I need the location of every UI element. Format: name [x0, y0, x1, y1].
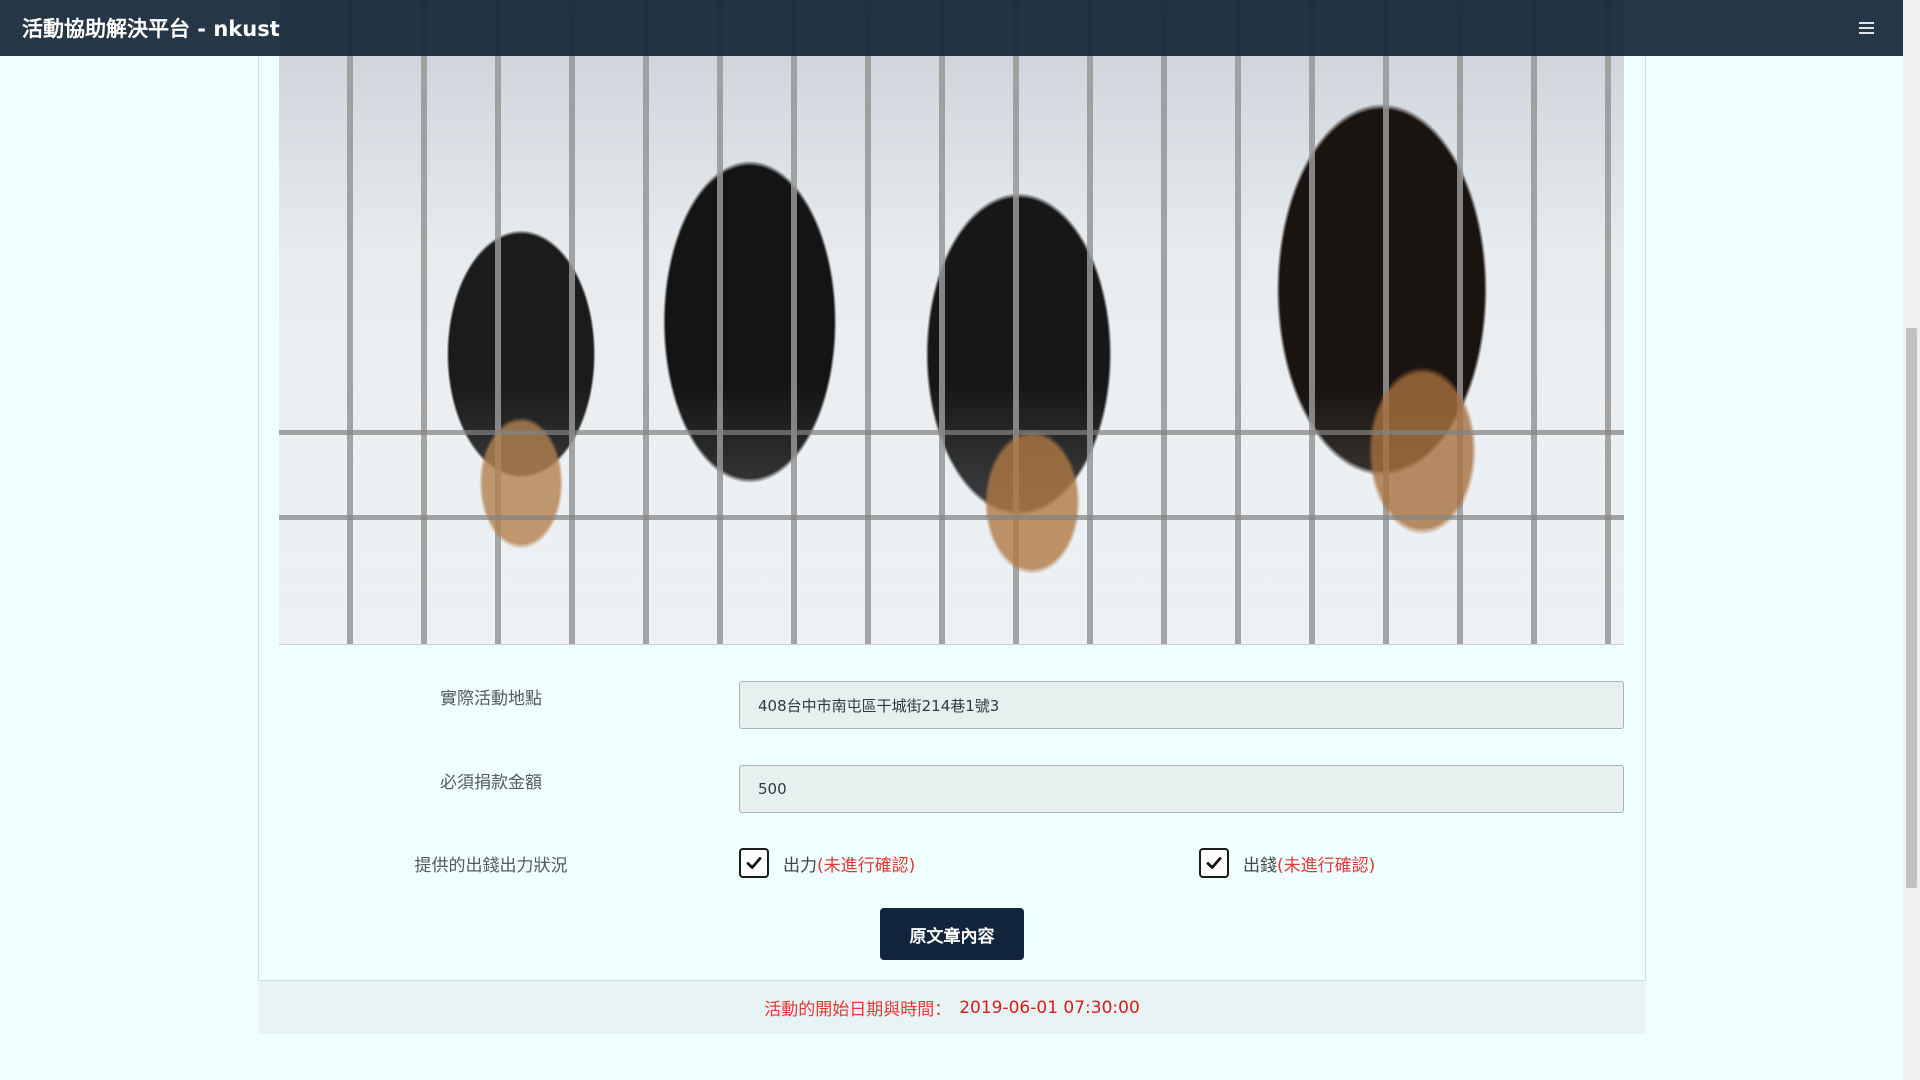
money-status: (未進行確認)	[1277, 855, 1376, 876]
hamburger-menu-icon[interactable]	[1851, 13, 1881, 43]
scrollbar-thumb[interactable]	[1906, 328, 1917, 888]
money-option[interactable]: 出錢 (未進行確認)	[1199, 848, 1375, 878]
effort-checkbox[interactable]	[739, 848, 769, 878]
effort-option-label: 出力	[783, 855, 817, 876]
location-field[interactable]: 408台中市南屯區干城街214巷1號3	[739, 681, 1624, 729]
top-navbar: 活動協助解決平台 - nkust	[0, 0, 1903, 56]
effort-status: (未進行確認)	[817, 855, 916, 876]
page-scrollbar[interactable]	[1903, 0, 1920, 1080]
activity-photo	[279, 0, 1624, 645]
cage-rail	[279, 430, 1624, 435]
original-article-button[interactable]: 原文章內容	[880, 908, 1024, 960]
card-footer: 活動的開始日期與時間： 2019-06-01 07:30:00	[258, 980, 1646, 1034]
app-title[interactable]: 活動協助解決平台 - nkust	[22, 13, 280, 43]
money-checkbox[interactable]	[1199, 848, 1229, 878]
donation-label: 必須捐款金額	[440, 773, 542, 793]
money-option-label: 出錢	[1243, 855, 1277, 876]
cage-rail	[279, 515, 1624, 520]
donation-field[interactable]: 500	[739, 765, 1624, 813]
start-datetime-label: 活動的開始日期與時間：	[764, 1000, 952, 1020]
check-icon	[746, 857, 762, 869]
start-datetime-value: 2019-06-01 07:30:00	[959, 997, 1140, 1018]
check-icon	[1206, 857, 1222, 869]
effort-option[interactable]: 出力 (未進行確認)	[739, 848, 915, 878]
photo-highlights	[279, 0, 1624, 644]
contribution-label: 提供的出錢出力狀況	[414, 856, 568, 876]
location-label: 實際活動地點	[440, 689, 542, 709]
